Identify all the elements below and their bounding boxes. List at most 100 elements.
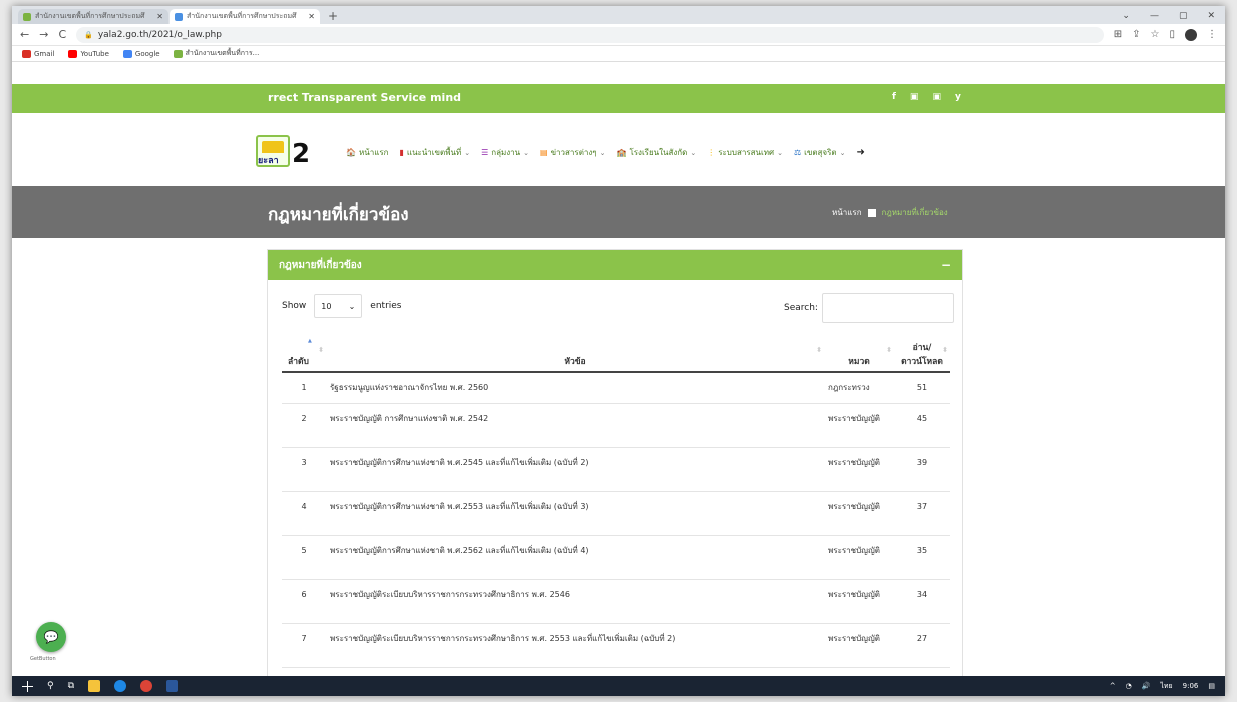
bookmark-youtube[interactable]: YouTube — [68, 49, 109, 58]
os-taskbar: ⚲ ⧉ ^ ◔ 🔊 ไทย 9:06 ▤ — [12, 676, 1225, 696]
bookmark-obec[interactable]: สำนักงานเขตพื้นที่การ... — [173, 48, 259, 59]
reload-icon[interactable]: C — [58, 28, 66, 41]
restore-icon[interactable]: — — [1150, 11, 1159, 21]
row-title-link[interactable]: พระราชบัญญัติการศึกษาแห่งชาติ พ.ศ.2545 แ… — [326, 447, 824, 492]
close-window-icon[interactable]: ✕ — [1207, 11, 1215, 21]
close-tab-icon[interactable]: ✕ — [156, 12, 163, 21]
entries-control: Show 10 ⌄ entries — [282, 294, 402, 318]
chevron-down-icon: ⌄ — [777, 148, 783, 157]
bookmark-gmail[interactable]: Gmail — [22, 49, 54, 58]
table-row[interactable]: 1 รัฐธรรมนูญแห่งราชอาณาจักรไทย พ.ศ. 2560… — [282, 371, 950, 404]
collapse-icon[interactable]: − — [941, 258, 951, 272]
row-number: 6 — [282, 579, 326, 624]
table-row[interactable]: 3 พระราชบัญญัติการศึกษาแห่งชาติ พ.ศ.2545… — [282, 447, 950, 492]
menu-item-news[interactable]: ▤ ข่าวสารต่างๆ ⌄ — [540, 146, 605, 159]
search-input[interactable] — [821, 293, 954, 323]
volume-icon[interactable]: 🔊 — [1142, 682, 1151, 690]
forward-icon[interactable]: → — [39, 28, 48, 41]
favicon-icon — [175, 12, 183, 21]
chrome-icon[interactable] — [140, 680, 153, 692]
table-row[interactable]: 5 พระราชบัญญัติการศึกษาแห่งชาติ พ.ศ.2562… — [282, 535, 950, 580]
logo-roof-icon — [262, 141, 284, 153]
row-reads: 35 — [894, 535, 950, 580]
back-icon[interactable]: ← — [20, 28, 29, 41]
youtube-icon[interactable]: ▣ — [910, 92, 919, 102]
task-view-icon[interactable]: ⧉ — [68, 681, 74, 691]
minimize-icon[interactable]: ⌄ — [1122, 11, 1130, 21]
row-title-link[interactable]: พระราชบัญญัติ การศึกษาแห่งชาติ พ.ศ. 2542 — [326, 403, 824, 448]
menu-item-about[interactable]: ▮ แนะนำเขตพื้นที่ ⌄ — [400, 146, 471, 159]
menu-kebab-icon[interactable]: ⋮ — [1207, 29, 1217, 40]
sidebar-icon[interactable]: ▯ — [1169, 29, 1175, 40]
home-icon: 🏠 — [346, 148, 356, 157]
windows-start-icon[interactable] — [22, 680, 33, 692]
chat-float-button[interactable]: 💬 — [36, 622, 66, 652]
translate-icon[interactable]: ⊞ — [1114, 29, 1122, 40]
row-category: กฎกระทรวง — [824, 371, 894, 404]
column-header-title[interactable]: หัวข้อ — [326, 332, 824, 373]
browser-tab-2[interactable]: สำนักงานเขตพื้นที่การศึกษาประถมศึ ✕ — [170, 9, 320, 24]
row-title-link[interactable]: พระราชบัญญัติระเบียบบริหารราชการกระทรวงศ… — [326, 579, 824, 624]
tab-title: สำนักงานเขตพื้นที่การศึกษาประถมศึ — [35, 12, 145, 20]
menu-item-home[interactable]: 🏠 หน้าแรก — [346, 146, 389, 159]
row-number: 3 — [282, 447, 326, 492]
login-icon[interactable]: ➜ — [856, 147, 864, 158]
table-row[interactable]: 6 พระราชบัญญัติระเบียบบริหารราชการกระทรว… — [282, 579, 950, 624]
url-text: yala2.go.th/2021/o_law.php — [97, 29, 222, 40]
scale-icon: ⚖ — [793, 148, 802, 157]
tray-chevron-icon[interactable]: ^ — [1110, 682, 1116, 690]
table-row[interactable]: 7 พระราชบัญญัติระเบียบบริหารราชการกระทรว… — [282, 623, 950, 668]
row-title-link[interactable]: พระราชบัญญัติระเบียบบริหารราชการกระทรวงศ… — [326, 623, 824, 668]
instagram-icon[interactable]: ▣ — [932, 92, 941, 102]
column-header-no[interactable]: ลำดับ — [282, 332, 326, 373]
new-tab-button[interactable]: + — [322, 9, 344, 24]
word-icon[interactable] — [166, 680, 179, 692]
row-category: พระราชบัญญัติ — [824, 491, 894, 536]
row-title-link[interactable]: พระราชบัญญัติการศึกษาแห่งชาติ พ.ศ.2562 แ… — [326, 535, 824, 580]
site-slogan: rrect Transparent Service mind — [268, 91, 462, 104]
social-links: f ▣ ▣ y — [892, 92, 961, 102]
system-tray: ^ ◔ 🔊 ไทย 9:06 ▤ — [1110, 681, 1215, 692]
file-explorer-icon[interactable] — [88, 680, 101, 692]
row-reads: 27 — [894, 623, 950, 668]
close-tab-icon[interactable]: ✕ — [308, 12, 315, 21]
menu-item-systems[interactable]: ⋮ ระบบสารสนเทศ ⌄ — [707, 146, 783, 159]
browser-tab-1[interactable]: สำนักงานเขตพื้นที่การศึกษาประถมศึ ✕ — [18, 9, 168, 24]
search-icon[interactable]: ⚲ — [47, 681, 54, 691]
menu-item-integrity[interactable]: ⚖ เขตสุจริต ⌄ — [794, 146, 846, 159]
clock[interactable]: 9:06 — [1183, 682, 1199, 690]
window-controls: ⌄ — ▢ ✕ — [1112, 11, 1225, 24]
maximize-icon[interactable]: ▢ — [1179, 11, 1188, 21]
table-row[interactable]: 4 พระราชบัญญัติการศึกษาแห่งชาติ พ.ศ.2553… — [282, 491, 950, 536]
menu-item-schools[interactable]: 🏫 โรงเรียนในสังกัด ⌄ — [616, 146, 696, 159]
entries-select[interactable]: 10 ⌄ — [314, 294, 363, 318]
facebook-icon[interactable]: f — [892, 92, 896, 102]
url-field[interactable]: 🔒 yala2.go.th/2021/o_law.php — [76, 26, 1104, 43]
entries-label: entries — [370, 301, 402, 311]
table-row[interactable]: 2 พระราชบัญญัติ การศึกษาแห่งชาติ พ.ศ. 25… — [282, 403, 950, 448]
menu-item-groups[interactable]: ☰ กลุ่มงาน ⌄ — [481, 146, 529, 159]
profile-avatar[interactable] — [1185, 28, 1197, 41]
main-menu: 🏠 หน้าแรก ▮ แนะนำเขตพื้นที่ ⌄ ☰ กลุ่มงาน ⌄ ▤ ข… — [346, 146, 865, 159]
breadcrumb-home[interactable]: หน้าแรก — [832, 206, 862, 219]
site-logo[interactable]: ยะลา 2 — [256, 135, 310, 175]
row-title-link[interactable]: รัฐธรรมนูญแห่งราชอาณาจักรไทย พ.ศ. 2560 — [326, 371, 824, 404]
row-category: พระราชบัญญัติ — [824, 403, 894, 448]
browser-window: สำนักงานเขตพื้นที่การศึกษาประถมศึ ✕ สำนั… — [12, 6, 1225, 696]
twitter-icon[interactable]: y — [955, 92, 961, 102]
edge-icon[interactable] — [114, 680, 127, 692]
notification-icon[interactable]: ▤ — [1208, 682, 1215, 690]
network-icon[interactable]: ◔ — [1126, 682, 1132, 690]
column-header-reads[interactable]: อ่าน/ดาวน์โหลด — [894, 332, 950, 373]
bookmark-google[interactable]: Google — [122, 49, 160, 58]
star-icon[interactable]: ☆ — [1151, 29, 1160, 40]
page-title: กฎหมายที่เกี่ยวข้อง — [268, 205, 409, 225]
row-number: 5 — [282, 535, 326, 580]
row-reads: 39 — [894, 447, 950, 492]
column-header-category[interactable]: หมวด — [824, 332, 894, 373]
row-title-link[interactable]: พระราชบัญญัติการศึกษาแห่งชาติ พ.ศ.2553 แ… — [326, 491, 824, 536]
row-category: พระราชบัญญัติ — [824, 579, 894, 624]
language-indicator[interactable]: ไทย — [1160, 681, 1172, 692]
chevron-down-icon: ⌄ — [599, 148, 606, 157]
share-icon[interactable]: ⇪ — [1132, 29, 1140, 40]
